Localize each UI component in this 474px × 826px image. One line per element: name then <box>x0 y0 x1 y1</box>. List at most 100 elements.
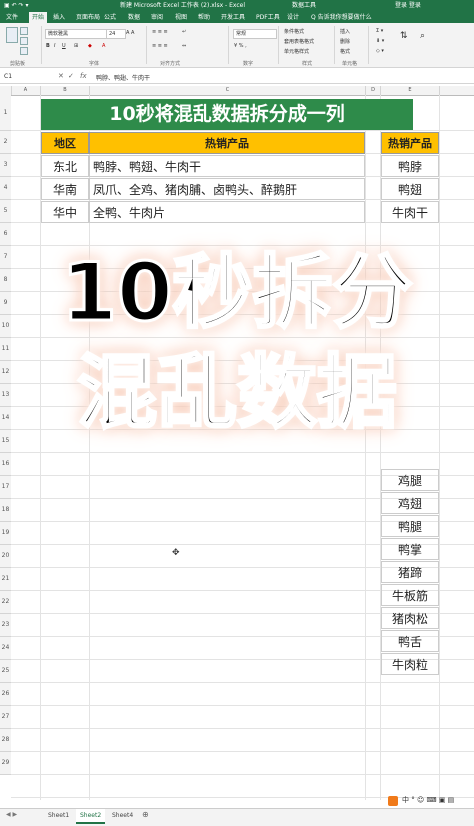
borders-icon[interactable]: ⊞ <box>74 43 78 49</box>
row-header[interactable]: 26 <box>0 683 11 706</box>
wrap-text-icon[interactable]: ↵ <box>182 29 186 35</box>
products-cell[interactable]: 凤爪、全鸡、猪肉脯、卤鸭头、醉鹅肝 <box>89 178 365 200</box>
tab-page-layout[interactable]: 页面布局 <box>76 12 100 23</box>
header-products[interactable]: 热销产品 <box>89 132 365 154</box>
result-cell[interactable]: 牛肉粒 <box>381 653 439 675</box>
sheet-tab-sheet4[interactable]: Sheet4 <box>108 809 137 822</box>
row-header[interactable]: 29 <box>0 752 11 775</box>
format-as-table-button[interactable]: 套用表格格式 <box>284 38 314 45</box>
tab-data[interactable]: 数据 <box>128 12 140 23</box>
row-header[interactable]: 15 <box>0 430 11 453</box>
sheet-tab-sheet2[interactable]: Sheet2 <box>76 809 106 824</box>
row-header[interactable]: 12 <box>0 361 11 384</box>
name-box[interactable]: C1 <box>4 73 34 80</box>
font-name-select[interactable]: 微软雅黑 <box>45 29 107 39</box>
column-header-d[interactable]: D <box>366 86 381 95</box>
left-align-icon[interactable]: ≡ ≡ ≡ <box>152 43 168 49</box>
column-header-a[interactable]: A <box>11 86 41 95</box>
number-format-select[interactable]: 常规 <box>233 29 277 39</box>
insert-function-icon[interactable]: fx <box>80 72 87 80</box>
format-cells-button[interactable]: 格式 <box>340 48 350 55</box>
result-cell[interactable]: 猪肉松 <box>381 607 439 629</box>
conditional-formatting-button[interactable]: 条件格式 <box>284 28 304 35</box>
font-color-icon[interactable]: A <box>102 43 105 49</box>
result-cell[interactable]: 猪蹄 <box>381 561 439 583</box>
row-header[interactable]: 4 <box>0 177 11 200</box>
row-header[interactable]: 14 <box>0 407 11 430</box>
ime-logo-icon[interactable] <box>388 796 398 806</box>
insert-cells-button[interactable]: 插入 <box>340 28 350 35</box>
row-header[interactable]: 21 <box>0 568 11 591</box>
row-header[interactable]: 24 <box>0 637 11 660</box>
result-cell[interactable]: 鸡翅 <box>381 492 439 514</box>
tab-home[interactable]: 开始 <box>29 12 48 23</box>
column-header-e[interactable]: E <box>381 86 440 95</box>
column-header-c[interactable]: C <box>90 86 366 95</box>
find-select-icon[interactable]: ⌕ <box>420 31 425 41</box>
result-cell[interactable]: 鸭舌 <box>381 630 439 652</box>
row-header[interactable]: 17 <box>0 476 11 499</box>
row-header[interactable]: 11 <box>0 338 11 361</box>
cell-styles-button[interactable]: 单元格样式 <box>284 48 309 55</box>
row-header[interactable]: 7 <box>0 246 11 269</box>
tab-developer[interactable]: 开发工具 <box>221 12 245 23</box>
row-header[interactable]: 25 <box>0 660 11 683</box>
result-cell[interactable]: 鸭腿 <box>381 515 439 537</box>
result-cell[interactable]: 鸭脖 <box>381 155 439 177</box>
merge-center-icon[interactable]: ⇔ <box>182 43 186 49</box>
row-header[interactable]: 3 <box>0 154 11 177</box>
italic-icon[interactable]: I <box>54 43 55 49</box>
row-header[interactable]: 2 <box>0 131 11 154</box>
row-header[interactable]: 18 <box>0 499 11 522</box>
tab-help[interactable]: 帮助 <box>198 12 210 23</box>
result-cell[interactable]: 鸡腿 <box>381 469 439 491</box>
format-painter-icon[interactable] <box>20 47 28 55</box>
underline-icon[interactable]: U <box>62 43 66 49</box>
row-header[interactable]: 23 <box>0 614 11 637</box>
paste-icon[interactable] <box>6 27 18 43</box>
formula-input[interactable]: 鸭脖、鸭翅、牛肉干 <box>96 73 150 82</box>
copy-icon[interactable] <box>20 37 28 45</box>
row-header[interactable]: 1 <box>0 95 11 131</box>
row-header[interactable]: 6 <box>0 223 11 246</box>
delete-cells-button[interactable]: 删除 <box>340 38 350 45</box>
row-header[interactable]: 16 <box>0 453 11 476</box>
add-sheet-icon[interactable]: ⊕ <box>142 810 149 819</box>
tab-insert[interactable]: 插入 <box>53 12 65 23</box>
fill-icon[interactable]: ⬇ ▾ <box>376 38 384 44</box>
sign-in-link[interactable]: 登录 登录 <box>395 0 421 12</box>
sheet-nav-icon[interactable]: ◀ ▶ <box>6 811 17 818</box>
tab-review[interactable]: 审阅 <box>151 12 163 23</box>
products-cell[interactable]: 全鸭、牛肉片 <box>89 201 365 223</box>
row-header[interactable]: 20 <box>0 545 11 568</box>
quick-access-toolbar[interactable]: ▣ ↶ ↷ ▾ <box>4 0 28 12</box>
sort-filter-icon[interactable]: ⇅ <box>400 31 408 41</box>
row-header[interactable]: 22 <box>0 591 11 614</box>
row-header[interactable]: 9 <box>0 292 11 315</box>
sheet-tab-sheet1[interactable]: Sheet1 <box>44 809 73 822</box>
result-cell[interactable]: 鸭掌 <box>381 538 439 560</box>
clear-icon[interactable]: ◇ ▾ <box>376 48 384 54</box>
region-cell[interactable]: 东北 <box>41 155 89 177</box>
tab-design[interactable]: 设计 <box>287 12 299 23</box>
font-grow-icon[interactable]: A A <box>126 30 134 36</box>
tab-pdf-tools[interactable]: PDF工具 <box>256 12 280 23</box>
bold-icon[interactable]: B <box>46 43 50 49</box>
accounting-format-icon[interactable]: ¥ % , <box>234 43 247 49</box>
font-size-select[interactable]: 24 <box>106 29 126 39</box>
cancel-icon[interactable]: ✕ <box>58 72 64 80</box>
enter-icon[interactable]: ✓ <box>68 72 74 80</box>
autosum-icon[interactable]: Σ ▾ <box>376 28 383 34</box>
tell-me-search[interactable]: Q 告诉我你想要做什么 <box>311 12 372 23</box>
ime-status-icon[interactable]: 中 ° ☺ ⌨ ▣ ▤ <box>402 795 454 805</box>
row-header[interactable]: 13 <box>0 384 11 407</box>
result-cell[interactable]: 牛肉干 <box>381 201 439 223</box>
result-cell[interactable]: 鸭翅 <box>381 178 439 200</box>
header-region[interactable]: 地区 <box>41 132 89 154</box>
row-header[interactable]: 19 <box>0 522 11 545</box>
fill-color-icon[interactable]: ◆ <box>88 43 92 49</box>
cut-icon[interactable] <box>20 27 28 35</box>
row-header[interactable]: 27 <box>0 706 11 729</box>
top-align-icon[interactable]: ≡ ≡ ≡ <box>152 29 168 35</box>
result-header[interactable]: 热销产品 <box>381 132 439 154</box>
